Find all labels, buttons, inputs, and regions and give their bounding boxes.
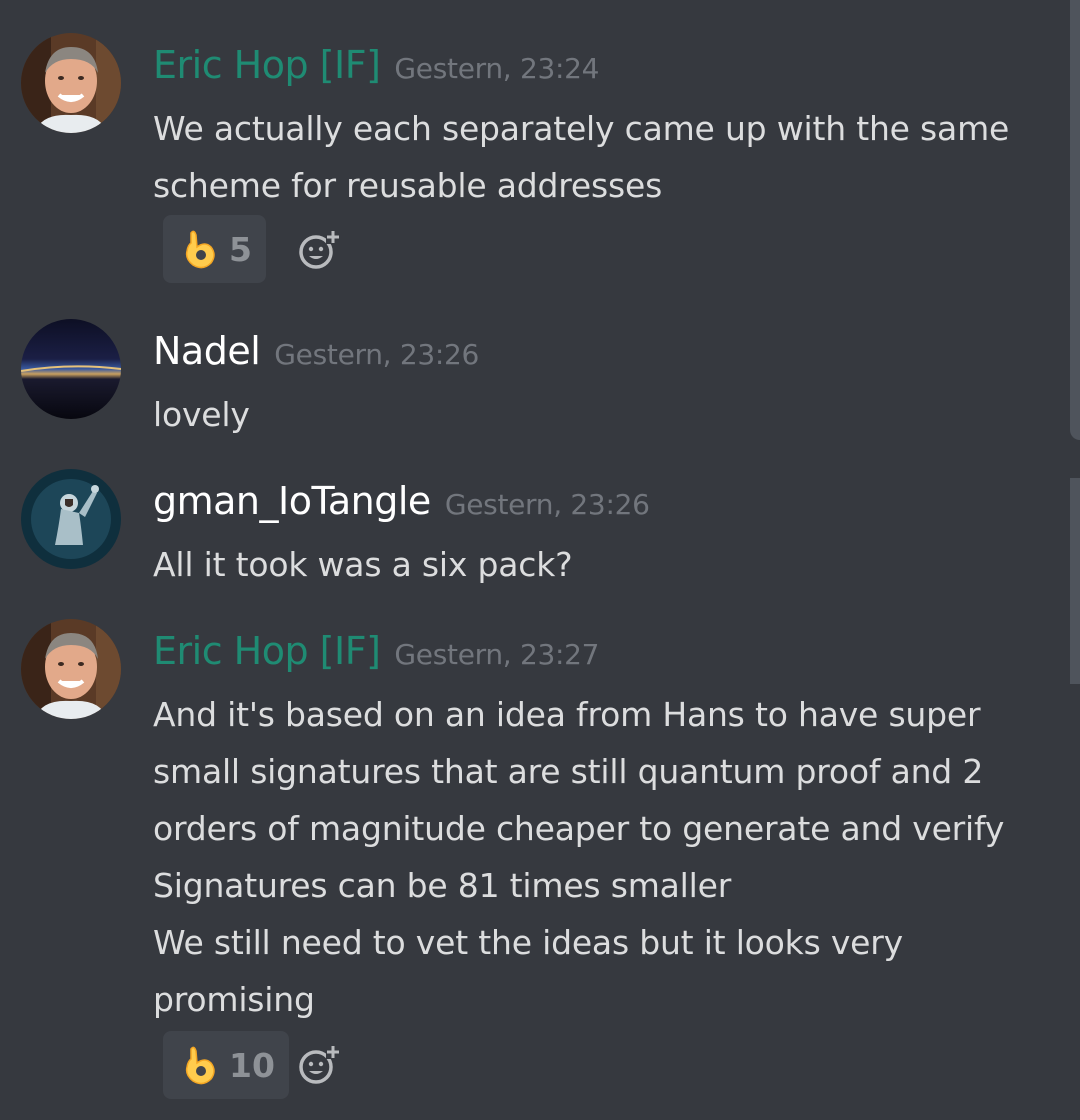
username[interactable]: Eric Hop [IF] xyxy=(153,43,381,87)
message-content: lovely xyxy=(153,386,1043,443)
ok-hand-icon xyxy=(185,230,215,269)
ok-hand-icon xyxy=(185,1046,215,1085)
message-content: All it took was a six pack? xyxy=(153,536,1043,593)
scrollbar-segment[interactable] xyxy=(1070,0,1080,440)
message-line: lovely xyxy=(153,395,250,434)
message-line: We still need to vet the ideas but it lo… xyxy=(153,923,903,962)
message-line: We actually each separately came up with… xyxy=(153,109,1010,148)
reaction-button[interactable]: 5 xyxy=(163,215,266,283)
message-line: scheme for reusable addresses xyxy=(153,166,663,205)
message-content: We actually each separately came up with… xyxy=(153,100,1043,214)
username[interactable]: gman_IoTangle xyxy=(153,479,431,523)
message-line: small signatures that are still quantum … xyxy=(153,752,984,791)
reaction-count: 10 xyxy=(229,1045,275,1085)
scrollbar-thumb[interactable] xyxy=(1070,478,1080,684)
avatar[interactable] xyxy=(21,619,121,719)
add-reaction-icon[interactable] xyxy=(296,228,340,272)
username[interactable]: Nadel xyxy=(153,329,261,373)
timestamp: Gestern, 23:24 xyxy=(394,52,600,85)
message-list[interactable]: Eric Hop [IF] Gestern, 23:24 We actually … xyxy=(0,0,1068,1120)
timestamp: Gestern, 23:26 xyxy=(274,338,480,371)
message-line: And it's based on an idea from Hans to h… xyxy=(153,695,981,734)
message-line: All it took was a six pack? xyxy=(153,545,573,584)
reaction-button[interactable]: 10 xyxy=(163,1031,289,1099)
message-line: Signatures can be 81 times smaller xyxy=(153,866,732,905)
avatar[interactable] xyxy=(21,33,121,133)
reaction-count: 5 xyxy=(229,229,252,269)
username[interactable]: Eric Hop [IF] xyxy=(153,629,381,673)
scrollbar[interactable] xyxy=(1068,0,1080,1120)
timestamp: Gestern, 23:26 xyxy=(444,488,650,521)
add-reaction-icon[interactable] xyxy=(296,1043,340,1087)
avatar[interactable] xyxy=(21,319,121,419)
timestamp: Gestern, 23:27 xyxy=(394,638,600,671)
message-line: orders of magnitude cheaper to generate … xyxy=(153,809,1005,848)
avatar[interactable] xyxy=(21,469,121,569)
message-content: And it's based on an idea from Hans to h… xyxy=(153,686,1043,1028)
message-line: promising xyxy=(153,980,315,1019)
